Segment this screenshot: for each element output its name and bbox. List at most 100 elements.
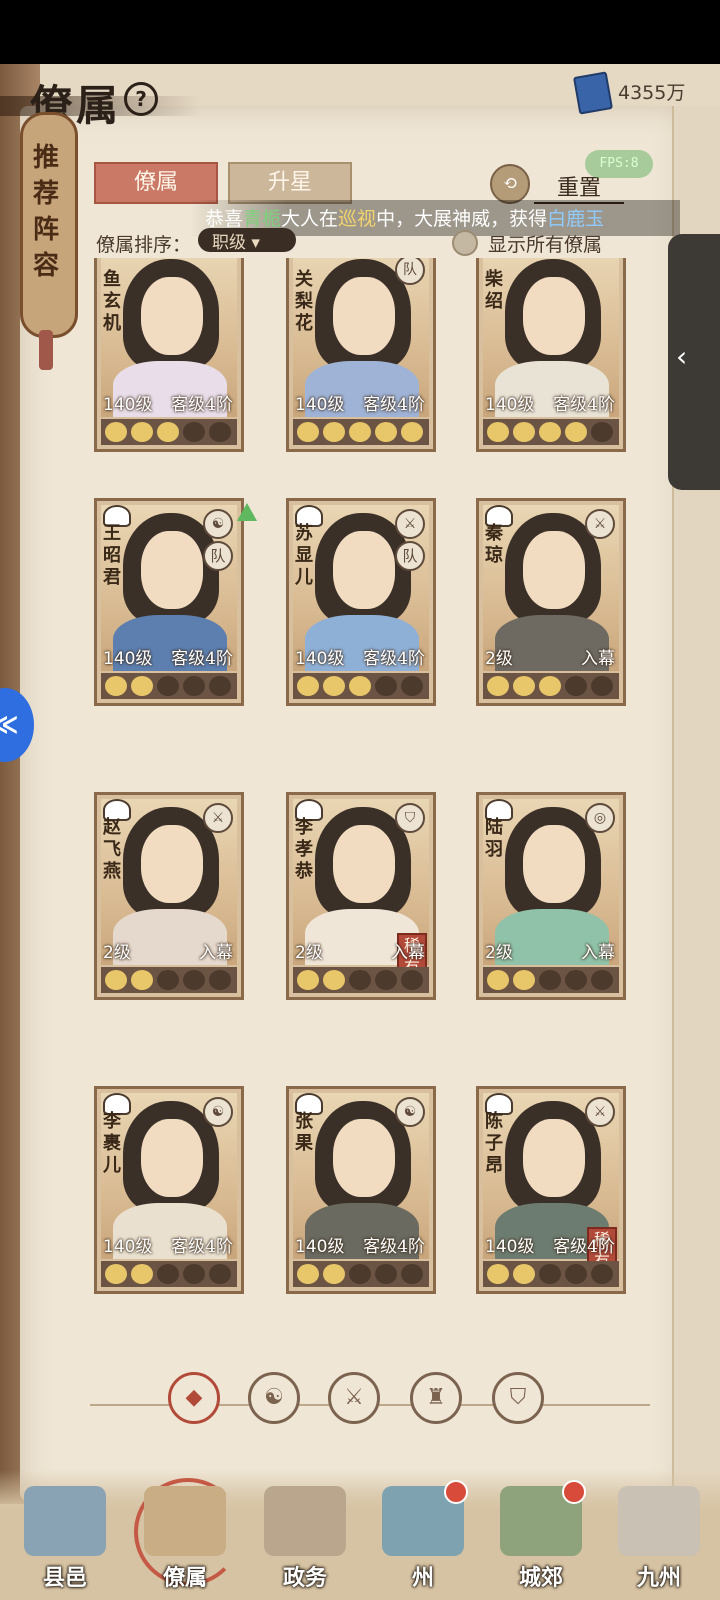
subordinate-name: 赵飞燕 xyxy=(103,817,121,882)
subordinate-card[interactable]: 王昭君 ☯ 队 140级 客级4阶 xyxy=(94,498,257,706)
moon-star-icon xyxy=(487,676,509,696)
rank-text: 客级4阶 xyxy=(553,1237,615,1257)
moon-star-icon xyxy=(297,970,319,990)
star-row xyxy=(483,673,619,699)
nav-item[interactable]: 城郊 xyxy=(486,1478,596,1596)
moon-star-icon xyxy=(591,422,613,442)
subordinate-card[interactable]: 鱼玄机 140级 客级4阶 xyxy=(94,258,244,452)
role-badge-icon: ☯ xyxy=(395,1097,425,1127)
moon-star-icon xyxy=(157,676,179,696)
filter-button[interactable]: ◆ xyxy=(168,1372,220,1424)
moon-star-icon xyxy=(209,422,231,442)
star-row xyxy=(293,1261,429,1287)
star-row xyxy=(483,1261,619,1287)
nav-item[interactable]: 僚属 xyxy=(130,1478,242,1596)
moon-star-icon xyxy=(131,676,153,696)
role-badge-icon: ◎ xyxy=(585,803,615,833)
moon-star-icon xyxy=(183,970,205,990)
subordinate-card[interactable]: 陆羽 ◎ 2级 入幕 xyxy=(476,792,626,1000)
moon-star-icon xyxy=(183,1264,205,1284)
moon-star-icon xyxy=(539,676,561,696)
subordinate-name: 陆羽 xyxy=(485,817,503,860)
moon-star-icon xyxy=(565,422,587,442)
sort-dropdown[interactable]: 职级 ▾ xyxy=(198,228,296,253)
moon-star-icon xyxy=(157,970,179,990)
role-badge-icon: ☯ xyxy=(203,509,233,539)
portrait-face xyxy=(333,531,395,609)
show-all-checkbox[interactable] xyxy=(452,230,478,256)
role-badge-icon: ⚔ xyxy=(585,509,615,539)
level-text: 140级 xyxy=(295,1237,345,1257)
subordinate-card[interactable]: 李裹儿 ☯ 140级 客级4阶 xyxy=(94,1086,244,1294)
nav-item[interactable]: 九州 xyxy=(604,1478,714,1596)
nav-label: 政务 xyxy=(282,1565,327,1591)
star-row xyxy=(101,419,237,445)
filter-button[interactable]: ⚔ xyxy=(328,1372,380,1424)
moon-star-icon xyxy=(539,970,561,990)
nav-item[interactable]: 县邑 xyxy=(10,1478,120,1596)
level-text: 140级 xyxy=(295,395,345,415)
currency-value: 4355万 xyxy=(618,82,686,104)
rank-text: 入幕 xyxy=(199,943,233,963)
moon-star-icon xyxy=(209,970,231,990)
filter-button[interactable]: ♜ xyxy=(410,1372,462,1424)
subordinate-card[interactable]: 秦琼 ⚔ 2级 入幕 xyxy=(476,498,626,706)
moon-star-icon xyxy=(513,422,535,442)
nav-item[interactable]: 州 xyxy=(368,1478,478,1596)
level-text: 140级 xyxy=(103,1237,153,1257)
subordinate-card[interactable]: 关梨花队 140级 客级4阶 xyxy=(286,258,436,452)
nav-label: 城郊 xyxy=(518,1565,563,1591)
moon-star-icon xyxy=(323,676,345,696)
portrait-face xyxy=(523,277,585,355)
subordinate-name: 王昭君 xyxy=(103,523,121,588)
portrait-face xyxy=(523,825,585,903)
moon-star-icon xyxy=(105,970,127,990)
moon-star-icon xyxy=(157,422,179,442)
subordinate-name: 陈子昂 xyxy=(485,1111,503,1176)
moon-star-icon xyxy=(565,970,587,990)
rank-text: 入幕 xyxy=(391,943,425,963)
moon-star-icon xyxy=(323,970,345,990)
subordinate-card[interactable]: 李孝恭⛉稀有2级入幕 xyxy=(286,792,436,1000)
moon-star-icon xyxy=(565,1264,587,1284)
tab-subordinates[interactable]: 僚属 xyxy=(94,162,218,204)
portrait-face xyxy=(141,277,203,355)
subordinate-card[interactable]: 陈子昂⚔稀有140级客级4阶 xyxy=(476,1086,626,1294)
moon-star-icon xyxy=(183,676,205,696)
gate-icon xyxy=(24,1486,106,1556)
subordinate-name: 鱼玄机 xyxy=(103,269,121,334)
level-text: 140级 xyxy=(103,649,153,669)
star-row xyxy=(293,419,429,445)
role-badge-icon: ⛉ xyxy=(395,803,425,833)
subordinate-card[interactable]: 张果 ☯ 140级 客级4阶 xyxy=(286,1086,436,1294)
help-icon[interactable]: ? xyxy=(124,82,158,116)
rank-text: 入幕 xyxy=(581,649,615,669)
map-icon xyxy=(618,1486,700,1556)
moon-star-icon xyxy=(487,422,509,442)
moon-star-icon xyxy=(375,970,397,990)
subordinate-card[interactable]: 赵飞燕 ⚔ 2级 入幕 xyxy=(94,792,244,1000)
filter-button[interactable]: ☯ xyxy=(248,1372,300,1424)
star-row xyxy=(483,967,619,993)
nav-label: 州 xyxy=(411,1565,434,1591)
nav-item[interactable]: 政务 xyxy=(250,1478,360,1596)
rank-text: 入幕 xyxy=(581,943,615,963)
filter-button[interactable]: ⛉ xyxy=(492,1372,544,1424)
tab-star-up[interactable]: 升星 xyxy=(228,162,352,204)
subordinate-name: 关梨花 xyxy=(295,269,313,334)
team-badge: 队 xyxy=(203,541,233,571)
upgrade-arrow-icon xyxy=(237,503,257,521)
moon-star-icon xyxy=(375,676,397,696)
level-text: 140级 xyxy=(485,395,535,415)
nav-label: 县邑 xyxy=(42,1565,87,1591)
chevron-left-icon[interactable]: ‹ xyxy=(676,340,687,373)
rank-text: 客级4阶 xyxy=(171,1237,233,1257)
moon-star-icon xyxy=(131,1264,153,1284)
subordinate-card[interactable]: 苏显儿 ⚔ 队 140级 客级4阶 xyxy=(286,498,436,706)
moon-star-icon xyxy=(297,1264,319,1284)
subordinate-card[interactable]: 柴绍 140级 客级4阶 xyxy=(476,258,626,452)
role-badge-icon: ⚔ xyxy=(395,509,425,539)
moon-star-icon xyxy=(513,1264,535,1284)
reset-icon[interactable]: ⟲ xyxy=(490,164,530,204)
moon-star-icon xyxy=(297,676,319,696)
